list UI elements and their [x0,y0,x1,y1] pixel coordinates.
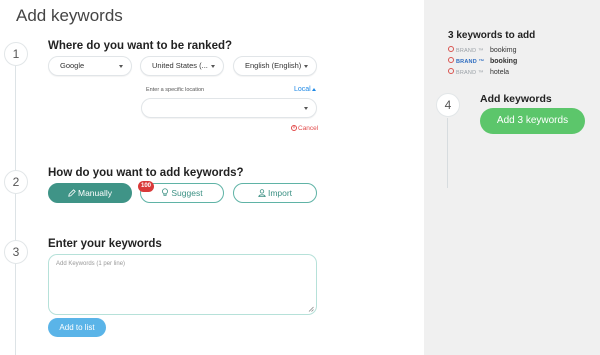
sidebar-rail [447,118,448,188]
brand-tag[interactable]: BRAND ™ [456,69,490,78]
remove-keyword-icon[interactable] [448,57,454,64]
search-engine-select[interactable]: Google [48,56,132,76]
country-value: United States (... [152,61,208,70]
caret-down-icon [119,65,123,68]
cancel-location-link[interactable]: × Cancel [291,125,318,132]
pencil-icon [68,189,76,197]
step-3-title: Enter your keywords [48,238,162,250]
step-3-indicator: 3 [4,240,28,264]
step-4-title: Add keywords [480,93,552,105]
suggest-count-badge: 100 [138,181,155,192]
lightbulb-icon [162,188,169,196]
keywords-placeholder: Add Keywords (1 per line) [56,261,126,267]
language-value: English (English) [245,61,302,70]
keywords-summary-title: 3 keywords to add [448,30,536,41]
brand-tag[interactable]: BRAND ™ [456,58,490,67]
page-title: Add keywords [16,6,123,25]
remove-circle-icon: × [291,125,297,132]
add-to-list-button[interactable]: Add to list [48,318,106,337]
steps-rail [15,50,16,355]
location-label: Enter a specific location [146,87,205,93]
caret-down-icon [304,107,308,110]
step-2-title: How do you want to add keywords? [48,167,244,179]
add-keywords-button[interactable]: Add 3 keywords [480,108,585,134]
keyword-item: BRAND ™ hotela [448,68,509,77]
language-select[interactable]: English (English) [233,56,317,76]
brand-tag[interactable]: BRAND ™ [456,47,490,56]
keyword-item: BRAND ™ booking [448,57,517,66]
keyword-text: bookimg [490,47,517,54]
keyword-text: booking [490,58,518,65]
search-engine-value: Google [60,61,85,70]
country-select[interactable]: United States (... [140,56,224,76]
resize-grip-icon[interactable] [308,306,314,312]
keyword-item: BRAND ™ bookimg [448,46,516,55]
cancel-label: Cancel [298,125,319,132]
step-1-title: Where do you want to be ranked? [48,40,233,52]
caret-down-icon [304,65,308,68]
main-panel: Add keywords 1 Where do you want to be r… [0,0,424,355]
location-select[interactable] [141,98,317,118]
manually-label: Manually [77,188,113,198]
keyword-text: hotela [490,69,510,76]
keywords-textarea[interactable]: Add Keywords (1 per line) [48,254,317,315]
import-label: Import [267,188,293,198]
remove-keyword-icon[interactable] [448,46,454,53]
remove-keyword-icon[interactable] [448,68,454,75]
import-button[interactable]: Import [233,183,317,203]
step-4-indicator: 4 [436,93,460,117]
manually-button[interactable]: Manually [48,183,132,203]
local-label: Local [294,86,311,93]
local-toggle-link[interactable]: Local [294,86,316,93]
caret-up-icon [311,87,316,91]
suggest-label: Suggest [171,188,203,198]
step-2-indicator: 2 [4,170,28,194]
step-1-indicator: 1 [4,42,28,66]
caret-down-icon [211,65,215,68]
user-icon [258,189,266,197]
